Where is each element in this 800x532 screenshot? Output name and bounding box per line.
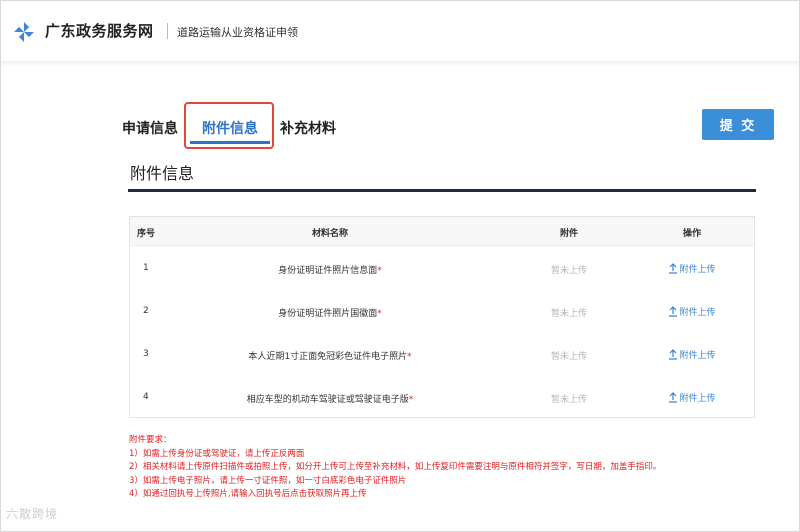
header-attachment: 附件 (559, 229, 578, 239)
material-name-text: 身份证明证件照片国徽面 (278, 309, 378, 319)
required-mark: * (407, 352, 412, 362)
attachment-status: 暂未上传 (550, 352, 587, 362)
attachments-table: 序号 材料名称 附件 操作 1 身份证明证件照片信息面* 暂未上传 附件上传 2… (129, 216, 755, 418)
pinwheel-logo-icon (14, 22, 34, 42)
upload-label: 附件上传 (679, 394, 716, 404)
row-material-name: 身份证明证件照片信息面* (130, 263, 530, 276)
requirement-item: 3）如需上传电子照片，请上传一寸证件照，如一寸白底彩色电子证件照片 (129, 475, 407, 486)
row-material-name: 身份证明证件照片国徽面* (130, 306, 530, 319)
requirements-title: 附件要求： (129, 435, 172, 445)
requirement-item: 1）如需上传身份证或驾驶证，请上传正反两面 (129, 448, 305, 459)
table-row: 4 相应车型的机动车驾驶证或驾驶证电子版* 暂未上传 附件上传 (130, 375, 754, 418)
submit-button[interactable]: 提 交 (702, 109, 774, 140)
upload-attachment-link[interactable]: 附件上传 (608, 305, 776, 318)
upload-icon (669, 392, 678, 403)
material-name-text: 身份证明证件照片信息面 (278, 266, 378, 276)
required-mark: * (377, 266, 382, 276)
header-operation: 操作 (682, 229, 701, 239)
table-row: 1 身份证明证件照片信息面* 暂未上传 附件上传 (130, 246, 754, 289)
table-row: 3 本人近期1寸正面免冠彩色证件电子照片* 暂未上传 附件上传 (130, 332, 754, 375)
requirement-item: 2）相关材料请上传原件扫描件或拍照上传，如分开上传可上传至补充材料，如上传复印件… (129, 462, 662, 473)
attachment-status: 暂未上传 (550, 309, 587, 319)
upload-attachment-link[interactable]: 附件上传 (608, 348, 776, 361)
material-name-text: 相应车型的机动车驾驶证或驾驶证电子版 (246, 395, 409, 405)
watermark-logo: 六散跨境 (6, 507, 59, 521)
required-mark: * (408, 395, 414, 405)
upload-attachment-link[interactable]: 附件上传 (608, 391, 776, 404)
material-name-text: 本人近期1寸正面免冠彩色证件电子照片 (248, 352, 408, 362)
header-shadow (1, 61, 799, 67)
upload-label: 附件上传 (679, 308, 716, 318)
section-title: 附件信息 (130, 164, 195, 183)
attachment-requirements: 附件要求： 1）如需上传身份证或驾驶证，请上传正反两面 2）相关材料请上传原件扫… (129, 434, 769, 502)
upload-label: 附件上传 (679, 351, 716, 361)
table-header: 序号 材料名称 附件 操作 (130, 217, 754, 246)
requirement-item: 4）如通过回执号上传照片,请输入回执号后点击获取照片再上传 (129, 489, 367, 500)
attachment-status: 暂未上传 (550, 266, 587, 276)
tab-supplementary-materials[interactable]: 补充材料 (280, 118, 336, 138)
attachment-status: 暂未上传 (550, 395, 587, 405)
tab-highlight-box (184, 102, 274, 149)
upload-icon (669, 349, 678, 360)
site-title[interactable]: 广东政务服务网 (45, 20, 154, 41)
page-subtitle: 道路运输从业资格证申领 (177, 26, 298, 39)
upload-attachment-link[interactable]: 附件上传 (608, 262, 776, 275)
table-row: 2 身份证明证件照片国徽面* 暂未上传 附件上传 (130, 289, 754, 332)
upload-icon (669, 306, 678, 317)
upload-icon (669, 263, 678, 274)
row-material-name: 相应车型的机动车驾驶证或驾驶证电子版* (130, 392, 530, 405)
header-divider (167, 23, 168, 39)
section-divider (128, 189, 756, 192)
required-mark: * (377, 309, 382, 319)
header-name: 材料名称 (311, 229, 348, 239)
upload-label: 附件上传 (679, 265, 716, 275)
row-material-name: 本人近期1寸正面免冠彩色证件电子照片* (130, 349, 530, 362)
tab-application-info[interactable]: 申请信息 (122, 118, 178, 138)
site-header: 广东政务服务网 道路运输从业资格证申领 (1, 1, 799, 62)
